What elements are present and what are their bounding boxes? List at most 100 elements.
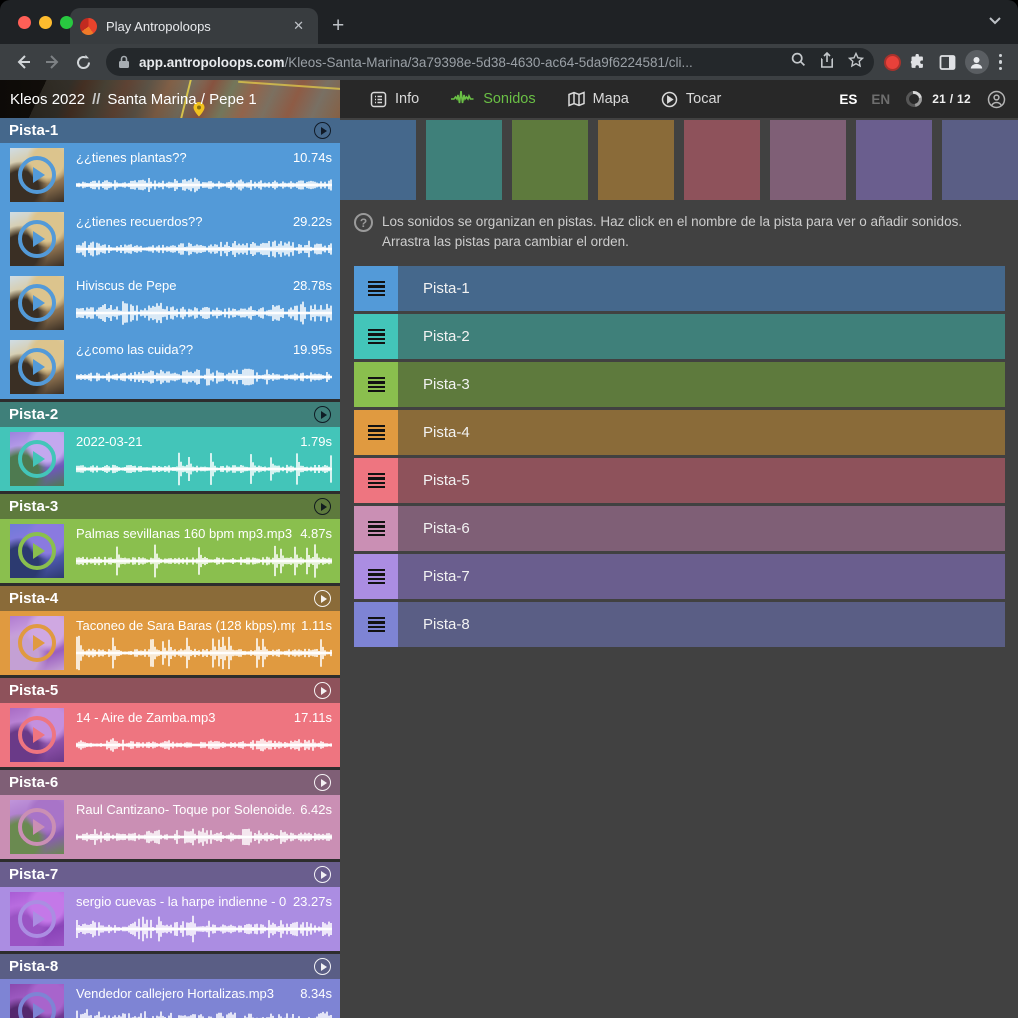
tab-tocar[interactable]: Tocar bbox=[649, 80, 733, 118]
track-header[interactable]: Pista-5 bbox=[0, 678, 340, 703]
track-header[interactable]: Pista-6 bbox=[0, 770, 340, 795]
track-header[interactable]: Pista-4 bbox=[0, 586, 340, 611]
clip-thumbnail[interactable] bbox=[10, 984, 64, 1018]
new-tab-button[interactable]: + bbox=[332, 14, 344, 38]
clip-play-icon[interactable] bbox=[18, 532, 56, 570]
clip-play-icon[interactable] bbox=[18, 716, 56, 754]
clip-thumbnail[interactable] bbox=[10, 148, 64, 202]
track-name[interactable]: Pista-4 bbox=[9, 590, 314, 607]
clip-waveform[interactable] bbox=[76, 293, 332, 336]
track-row-bar[interactable]: Pista-8 bbox=[398, 602, 1005, 647]
audio-clip[interactable]: Raul Cantizano- Toque por Solenoide.mp36… bbox=[0, 795, 340, 859]
track-play-icon[interactable] bbox=[314, 122, 331, 139]
track-header[interactable]: Pista-2 bbox=[0, 402, 340, 427]
clip-thumbnail[interactable] bbox=[10, 212, 64, 266]
recording-extension-icon[interactable] bbox=[884, 54, 901, 71]
clip-play-icon[interactable] bbox=[18, 284, 56, 322]
clip-thumbnail[interactable] bbox=[10, 616, 64, 670]
forward-button[interactable] bbox=[40, 49, 66, 75]
breadcrumb-project[interactable]: Kleos 2022 bbox=[10, 91, 85, 108]
clip-waveform[interactable] bbox=[76, 725, 332, 768]
audio-clip[interactable]: Vendedor callejero Hortalizas.mp38.34s bbox=[0, 979, 340, 1018]
clip-play-icon[interactable] bbox=[18, 220, 56, 258]
track-row[interactable]: Pista-8 bbox=[354, 602, 1005, 647]
audio-clip[interactable]: 14 - Aire de Zamba.mp317.11s bbox=[0, 703, 340, 767]
track-color-swatch[interactable] bbox=[856, 120, 932, 200]
clip-thumbnail[interactable] bbox=[10, 524, 64, 578]
tab-info[interactable]: Info bbox=[358, 80, 431, 118]
track-row-bar[interactable]: Pista-2 bbox=[398, 314, 1005, 359]
browser-menu-icon[interactable] bbox=[993, 54, 1009, 71]
track-row[interactable]: Pista-4 bbox=[354, 410, 1005, 455]
reload-button[interactable] bbox=[70, 49, 96, 75]
drag-handle[interactable] bbox=[354, 314, 398, 359]
extensions-puzzle-icon[interactable] bbox=[905, 49, 931, 75]
track-play-icon[interactable] bbox=[314, 406, 331, 423]
track-name[interactable]: Pista-5 bbox=[9, 682, 314, 699]
track-play-icon[interactable] bbox=[314, 774, 331, 791]
audio-clip[interactable]: ¿¿tienes recuerdos??29.22s bbox=[0, 207, 340, 271]
audio-clip[interactable]: Taconeo de Sara Baras (128 kbps).mp31.11… bbox=[0, 611, 340, 675]
lang-en-button[interactable]: EN bbox=[871, 92, 890, 107]
track-play-icon[interactable] bbox=[314, 590, 331, 607]
clip-thumbnail[interactable] bbox=[10, 340, 64, 394]
browser-tab[interactable]: Play Antropoloops ✕ bbox=[70, 8, 318, 44]
clip-waveform[interactable] bbox=[76, 449, 332, 492]
track-name[interactable]: Pista-2 bbox=[9, 406, 314, 423]
clip-play-icon[interactable] bbox=[18, 992, 56, 1018]
track-row[interactable]: Pista-2 bbox=[354, 314, 1005, 359]
share-icon[interactable] bbox=[820, 52, 834, 73]
clip-thumbnail[interactable] bbox=[10, 892, 64, 946]
clip-play-icon[interactable] bbox=[18, 808, 56, 846]
clip-thumbnail[interactable] bbox=[10, 432, 64, 486]
project-map-banner[interactable]: Kleos 2022 // Santa Marina / Pepe 1 bbox=[0, 80, 340, 118]
track-row-bar[interactable]: Pista-6 bbox=[398, 506, 1005, 551]
tab-close-icon[interactable]: ✕ bbox=[289, 16, 308, 36]
track-color-swatch[interactable] bbox=[770, 120, 846, 200]
drag-handle[interactable] bbox=[354, 506, 398, 551]
drag-handle[interactable] bbox=[354, 458, 398, 503]
lock-icon[interactable] bbox=[118, 55, 130, 69]
account-icon[interactable] bbox=[987, 90, 1006, 109]
track-header[interactable]: Pista-8 bbox=[0, 954, 340, 979]
track-row[interactable]: Pista-3 bbox=[354, 362, 1005, 407]
back-button[interactable] bbox=[10, 49, 36, 75]
track-play-icon[interactable] bbox=[314, 498, 331, 515]
close-window-button[interactable] bbox=[18, 16, 31, 29]
track-name[interactable]: Pista-7 bbox=[9, 866, 314, 883]
track-row[interactable]: Pista-1 bbox=[354, 266, 1005, 311]
audio-clip[interactable]: ¿¿como las cuida??19.95s bbox=[0, 335, 340, 399]
clip-waveform[interactable] bbox=[76, 229, 332, 272]
drag-handle[interactable] bbox=[354, 362, 398, 407]
track-row-bar[interactable]: Pista-4 bbox=[398, 410, 1005, 455]
track-header[interactable]: Pista-3 bbox=[0, 494, 340, 519]
audio-clip[interactable]: Hiviscus de Pepe28.78s bbox=[0, 271, 340, 335]
clip-thumbnail[interactable] bbox=[10, 276, 64, 330]
track-row-bar[interactable]: Pista-5 bbox=[398, 458, 1005, 503]
track-row-bar[interactable]: Pista-7 bbox=[398, 554, 1005, 599]
clip-waveform[interactable] bbox=[76, 817, 332, 860]
track-row[interactable]: Pista-6 bbox=[354, 506, 1005, 551]
track-row[interactable]: Pista-5 bbox=[354, 458, 1005, 503]
track-color-swatch[interactable] bbox=[598, 120, 674, 200]
track-color-swatch[interactable] bbox=[426, 120, 502, 200]
zoom-window-button[interactable] bbox=[60, 16, 73, 29]
track-row-label[interactable]: Pista-1 bbox=[423, 280, 470, 297]
clip-play-icon[interactable] bbox=[18, 440, 56, 478]
track-header[interactable]: Pista-7 bbox=[0, 862, 340, 887]
audio-clip[interactable]: sergio cuevas - la harpe indienne - 03 -… bbox=[0, 887, 340, 951]
clip-play-icon[interactable] bbox=[18, 900, 56, 938]
side-panel-icon[interactable] bbox=[935, 49, 961, 75]
track-row-bar[interactable]: Pista-3 bbox=[398, 362, 1005, 407]
track-row-label[interactable]: Pista-2 bbox=[423, 328, 470, 345]
track-row-label[interactable]: Pista-4 bbox=[423, 424, 470, 441]
tab-sonidos[interactable]: Sonidos bbox=[439, 80, 547, 118]
address-bar[interactable]: app.antropoloops.com/Kleos-Santa-Marina/… bbox=[106, 48, 874, 76]
track-name[interactable]: Pista-1 bbox=[9, 122, 314, 139]
track-color-swatch[interactable] bbox=[684, 120, 760, 200]
zoom-icon[interactable] bbox=[791, 52, 806, 72]
track-row-label[interactable]: Pista-3 bbox=[423, 376, 470, 393]
clip-waveform[interactable] bbox=[76, 541, 332, 584]
track-row-label[interactable]: Pista-7 bbox=[423, 568, 470, 585]
clip-waveform[interactable] bbox=[76, 909, 332, 952]
